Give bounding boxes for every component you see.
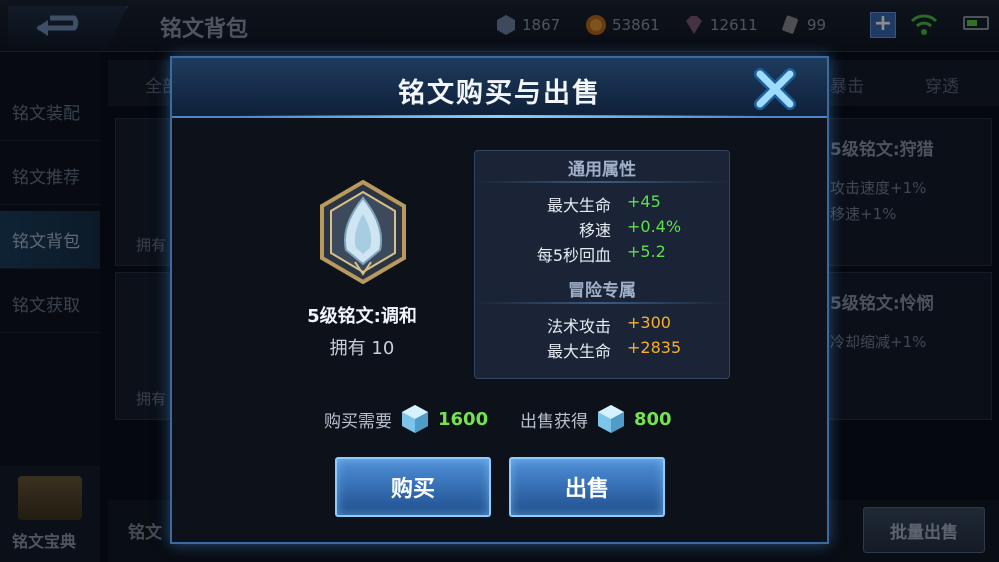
sell-price: 出售获得 800 (520, 402, 672, 436)
buy-price-label: 购买需要 (324, 411, 392, 432)
attr-row: 最大生命 +2835 (475, 338, 729, 362)
adventure-attr-title: 冒险专属 (568, 281, 636, 301)
attr-label: 法术攻击 (546, 317, 611, 336)
divider (475, 302, 729, 304)
sell-price-label: 出售获得 (520, 411, 588, 432)
dialog-title: 铭文购买与出售 (398, 78, 601, 109)
sell-price-value: 800 (634, 408, 672, 430)
buy-sell-dialog: 铭文购买与出售 5级铭文:调和 拥有 10 通用属性 最大生命 +45 移速 +… (170, 56, 829, 544)
sell-button[interactable]: 出售 (509, 457, 665, 517)
attr-row: 法术攻击 +300 (475, 313, 729, 337)
close-icon[interactable] (752, 66, 798, 112)
attr-value: +300 (627, 313, 671, 332)
attr-row: 每5秒回血 +5.2 (475, 242, 729, 266)
attr-label: 每5秒回血 (536, 246, 611, 265)
attr-row: 移速 +0.4% (475, 217, 729, 241)
buy-price: 购买需要 1600 (324, 402, 488, 436)
attribute-panel: 通用属性 最大生命 +45 移速 +0.4% 每5秒回血 +5.2 冒险专属 法… (474, 150, 730, 379)
crystal-icon (598, 405, 624, 433)
attr-value: +0.4% (627, 217, 682, 236)
attr-value: +5.2 (627, 242, 666, 261)
divider (475, 181, 729, 183)
buy-price-value: 1600 (438, 408, 489, 430)
general-attr-title: 通用属性 (568, 160, 636, 180)
crystal-icon (402, 405, 428, 433)
attr-label: 最大生命 (546, 342, 611, 361)
attr-label: 最大生命 (546, 196, 611, 215)
attr-value: +2835 (627, 338, 682, 357)
attr-value: +45 (627, 192, 661, 211)
rune-harmony-icon (320, 180, 406, 284)
dialog-header: 铭文购买与出售 (172, 58, 827, 118)
attr-row: 最大生命 +45 (475, 192, 729, 216)
buy-button[interactable]: 购买 (335, 457, 491, 517)
attr-label: 移速 (578, 221, 611, 240)
